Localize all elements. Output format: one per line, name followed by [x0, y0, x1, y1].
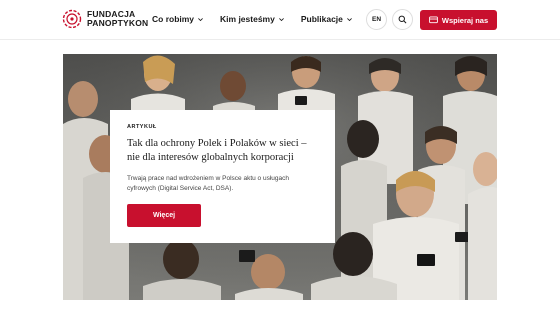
chevron-down-icon — [198, 17, 203, 21]
support-button[interactable]: Wspieraj nas — [420, 10, 497, 30]
language-switch-button[interactable]: EN — [366, 9, 387, 30]
site-header: FUNDACJA PANOPTYKON Co robimy Kim jesteś… — [0, 0, 560, 40]
nav-item-label: Kim jesteśmy — [220, 14, 275, 24]
featured-article-card: ARTYKUŁ Tak dla ochrony Polek i Polaków … — [110, 110, 335, 243]
search-icon — [398, 15, 407, 24]
panoptykon-logo-icon — [62, 9, 82, 29]
article-headline[interactable]: Tak dla ochrony Polek i Polaków w sieci … — [127, 137, 318, 165]
search-button[interactable] — [392, 9, 413, 30]
chevron-down-icon — [278, 17, 284, 21]
support-button-label: Wspieraj nas — [441, 15, 489, 25]
language-label: EN — [371, 16, 382, 23]
chevron-down-icon — [347, 17, 352, 21]
nav-item-co-robimy[interactable]: Co robimy — [152, 14, 204, 24]
read-more-button[interactable]: Więcej — [127, 204, 201, 227]
nav-item-label: Co robimy — [152, 14, 195, 24]
article-tag: ARTYKUŁ — [127, 124, 157, 130]
nav-item-label: Publikacje — [300, 14, 343, 24]
article-summary: Trwają prace nad wdrożeniem w Polsce akt… — [127, 175, 289, 192]
nav-item-publikacje[interactable]: Publikacje — [301, 14, 353, 24]
logo-text: FUNDACJA PANOPTYKON — [87, 10, 148, 28]
read-more-label: Więcej — [152, 212, 176, 219]
donate-card-icon — [429, 16, 438, 24]
nav-item-kim-jestesmy[interactable]: Kim jesteśmy — [220, 14, 285, 24]
logo[interactable]: FUNDACJA PANOPTYKON — [62, 9, 148, 29]
main-nav: Co robimy Kim jesteśmy Publikacje — [152, 14, 353, 24]
logo-line-2: PANOPTYKON — [87, 18, 149, 28]
